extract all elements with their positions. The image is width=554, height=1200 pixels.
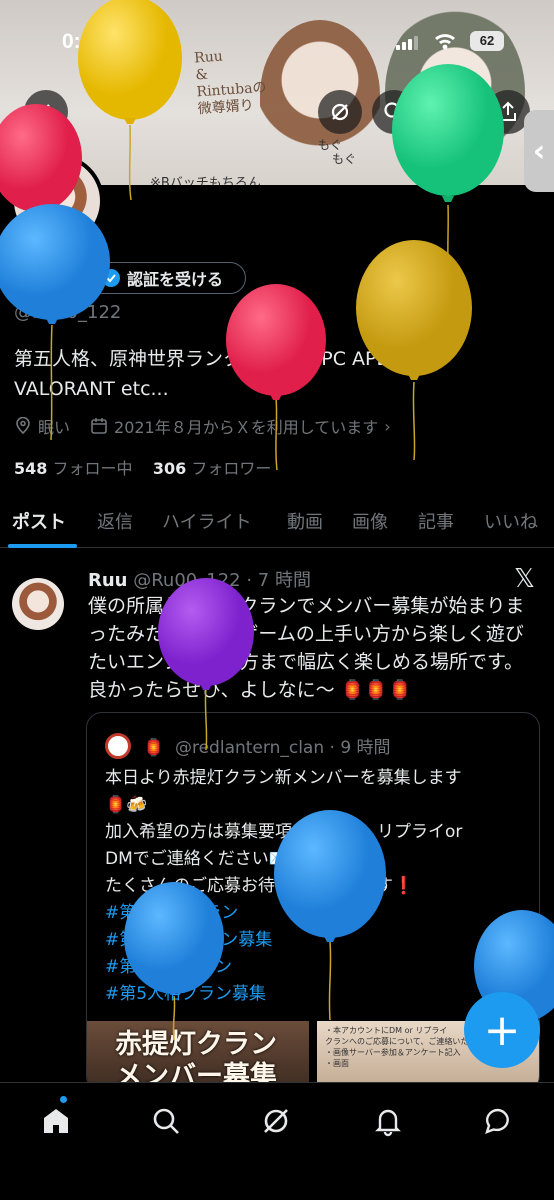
post-handle-time: @Ru00_122 · 7 時間 — [133, 570, 311, 591]
following-link[interactable]: 548 フォロー中 — [14, 459, 133, 478]
followers-link[interactable]: 306 フォロワー — [153, 459, 272, 478]
quoted-header: 🏮 @redlantern_clan · 9 時間 — [143, 738, 391, 758]
nav-home[interactable] — [38, 1103, 74, 1139]
hashtag-link[interactable]: #第五人格クラン募集 — [105, 927, 525, 954]
tab-posts[interactable]: ポスト — [12, 508, 66, 534]
battery-indicator: 62 — [470, 31, 504, 51]
verified-icon — [102, 269, 120, 287]
profile-handle: @Ru00_122 — [14, 302, 122, 323]
edit-icon — [441, 103, 459, 121]
profile-tabs: ポスト 返信 ハイライト 動画 画像 記事 いいね — [0, 500, 554, 548]
nav-grok[interactable] — [258, 1103, 294, 1139]
wifi-icon — [435, 34, 455, 50]
moon-icon — [119, 32, 133, 46]
tab-videos[interactable]: 動画 — [287, 508, 323, 534]
nav-search[interactable] — [148, 1103, 184, 1139]
compose-button[interactable]: + — [464, 992, 540, 1068]
tab-images[interactable]: 画像 — [352, 508, 388, 534]
search-icon — [153, 1108, 179, 1134]
profile-location: 眠い — [38, 418, 71, 437]
hashtag-link[interactable]: #第五人格クラン — [105, 900, 525, 927]
status-time: 0:59 — [62, 30, 105, 53]
profile-joined[interactable]: 2021年８月からＸを利用しています — [114, 414, 378, 438]
profile-name: Ruu — [14, 262, 72, 292]
tab-replies[interactable]: 返信 — [97, 508, 133, 534]
calendar-icon — [91, 418, 107, 434]
search-button[interactable] — [372, 90, 416, 134]
quoted-avatar — [105, 733, 131, 759]
tab-likes[interactable]: いいね — [484, 508, 538, 534]
hashtag-link[interactable]: #第5人格クラン募集 — [105, 981, 525, 1008]
grok-icon — [331, 103, 349, 121]
profile-avatar[interactable] — [10, 154, 104, 248]
search-icon — [384, 102, 404, 122]
messages-icon — [485, 1108, 509, 1135]
tab-articles[interactable]: 記事 — [418, 508, 454, 534]
post-text: 僕の所属しているクランでメンバー募集が始まりまったみたいです！ゲームの上手い方か… — [88, 595, 525, 701]
quoted-text: 本日より赤提灯クラン新メンバーを募集します 🏮🍻 加入希望の方は募集要項を確認し… — [105, 765, 525, 1008]
banner-note: もぐ もぐ — [318, 138, 357, 166]
active-tab-indicator — [8, 544, 77, 548]
post-header: Ruu @Ru00_122 · 7 時間 — [88, 566, 311, 592]
notifications-icon — [375, 1109, 401, 1137]
follow-stats: 548 フォロー中 306 フォロワー — [14, 455, 271, 479]
x-logo-icon: 𝕏 — [514, 564, 535, 594]
profile-banner[interactable]: Ruu & Rintubaの 微尊婿り もぐ もぐ ※Bバッチもちろん — [0, 0, 554, 185]
location-icon — [16, 417, 30, 435]
profile-bio: 第五人格、原神世界ランク８、CS→PC APEX、 VALORANT etc..… — [14, 348, 421, 400]
hashtag-link[interactable]: #第5人格クラン — [105, 954, 525, 981]
profile-meta: 眠い 2021年８月からＸを利用しています › — [14, 414, 391, 438]
get-verified-button[interactable]: 認証を受ける — [86, 262, 246, 294]
edit-button[interactable] — [428, 90, 472, 134]
post-avatar[interactable] — [12, 578, 64, 630]
grok-icon — [264, 1109, 288, 1133]
signal-icon — [396, 36, 418, 50]
nav-messages[interactable] — [480, 1103, 516, 1139]
side-panel-tab[interactable]: ‹ — [524, 110, 554, 192]
back-button[interactable] — [24, 90, 68, 134]
home-icon — [44, 1109, 68, 1133]
grok-button[interactable] — [318, 90, 362, 134]
home-notification-dot — [60, 1096, 67, 1103]
bottom-navigation — [0, 1082, 554, 1200]
tab-highlights[interactable]: ハイライト — [162, 508, 252, 534]
nav-notifications[interactable] — [370, 1103, 406, 1139]
chevron-right-icon: › — [384, 416, 391, 436]
back-icon — [40, 104, 50, 120]
banner-title: Ruu & Rintubaの 微尊婿り — [193, 48, 268, 118]
post-author[interactable]: Ruu — [88, 570, 128, 591]
get-verified-label: 認証を受ける — [127, 270, 224, 289]
banner-caption: ※Bバッチもちろん — [150, 176, 261, 185]
share-icon — [500, 101, 516, 121]
